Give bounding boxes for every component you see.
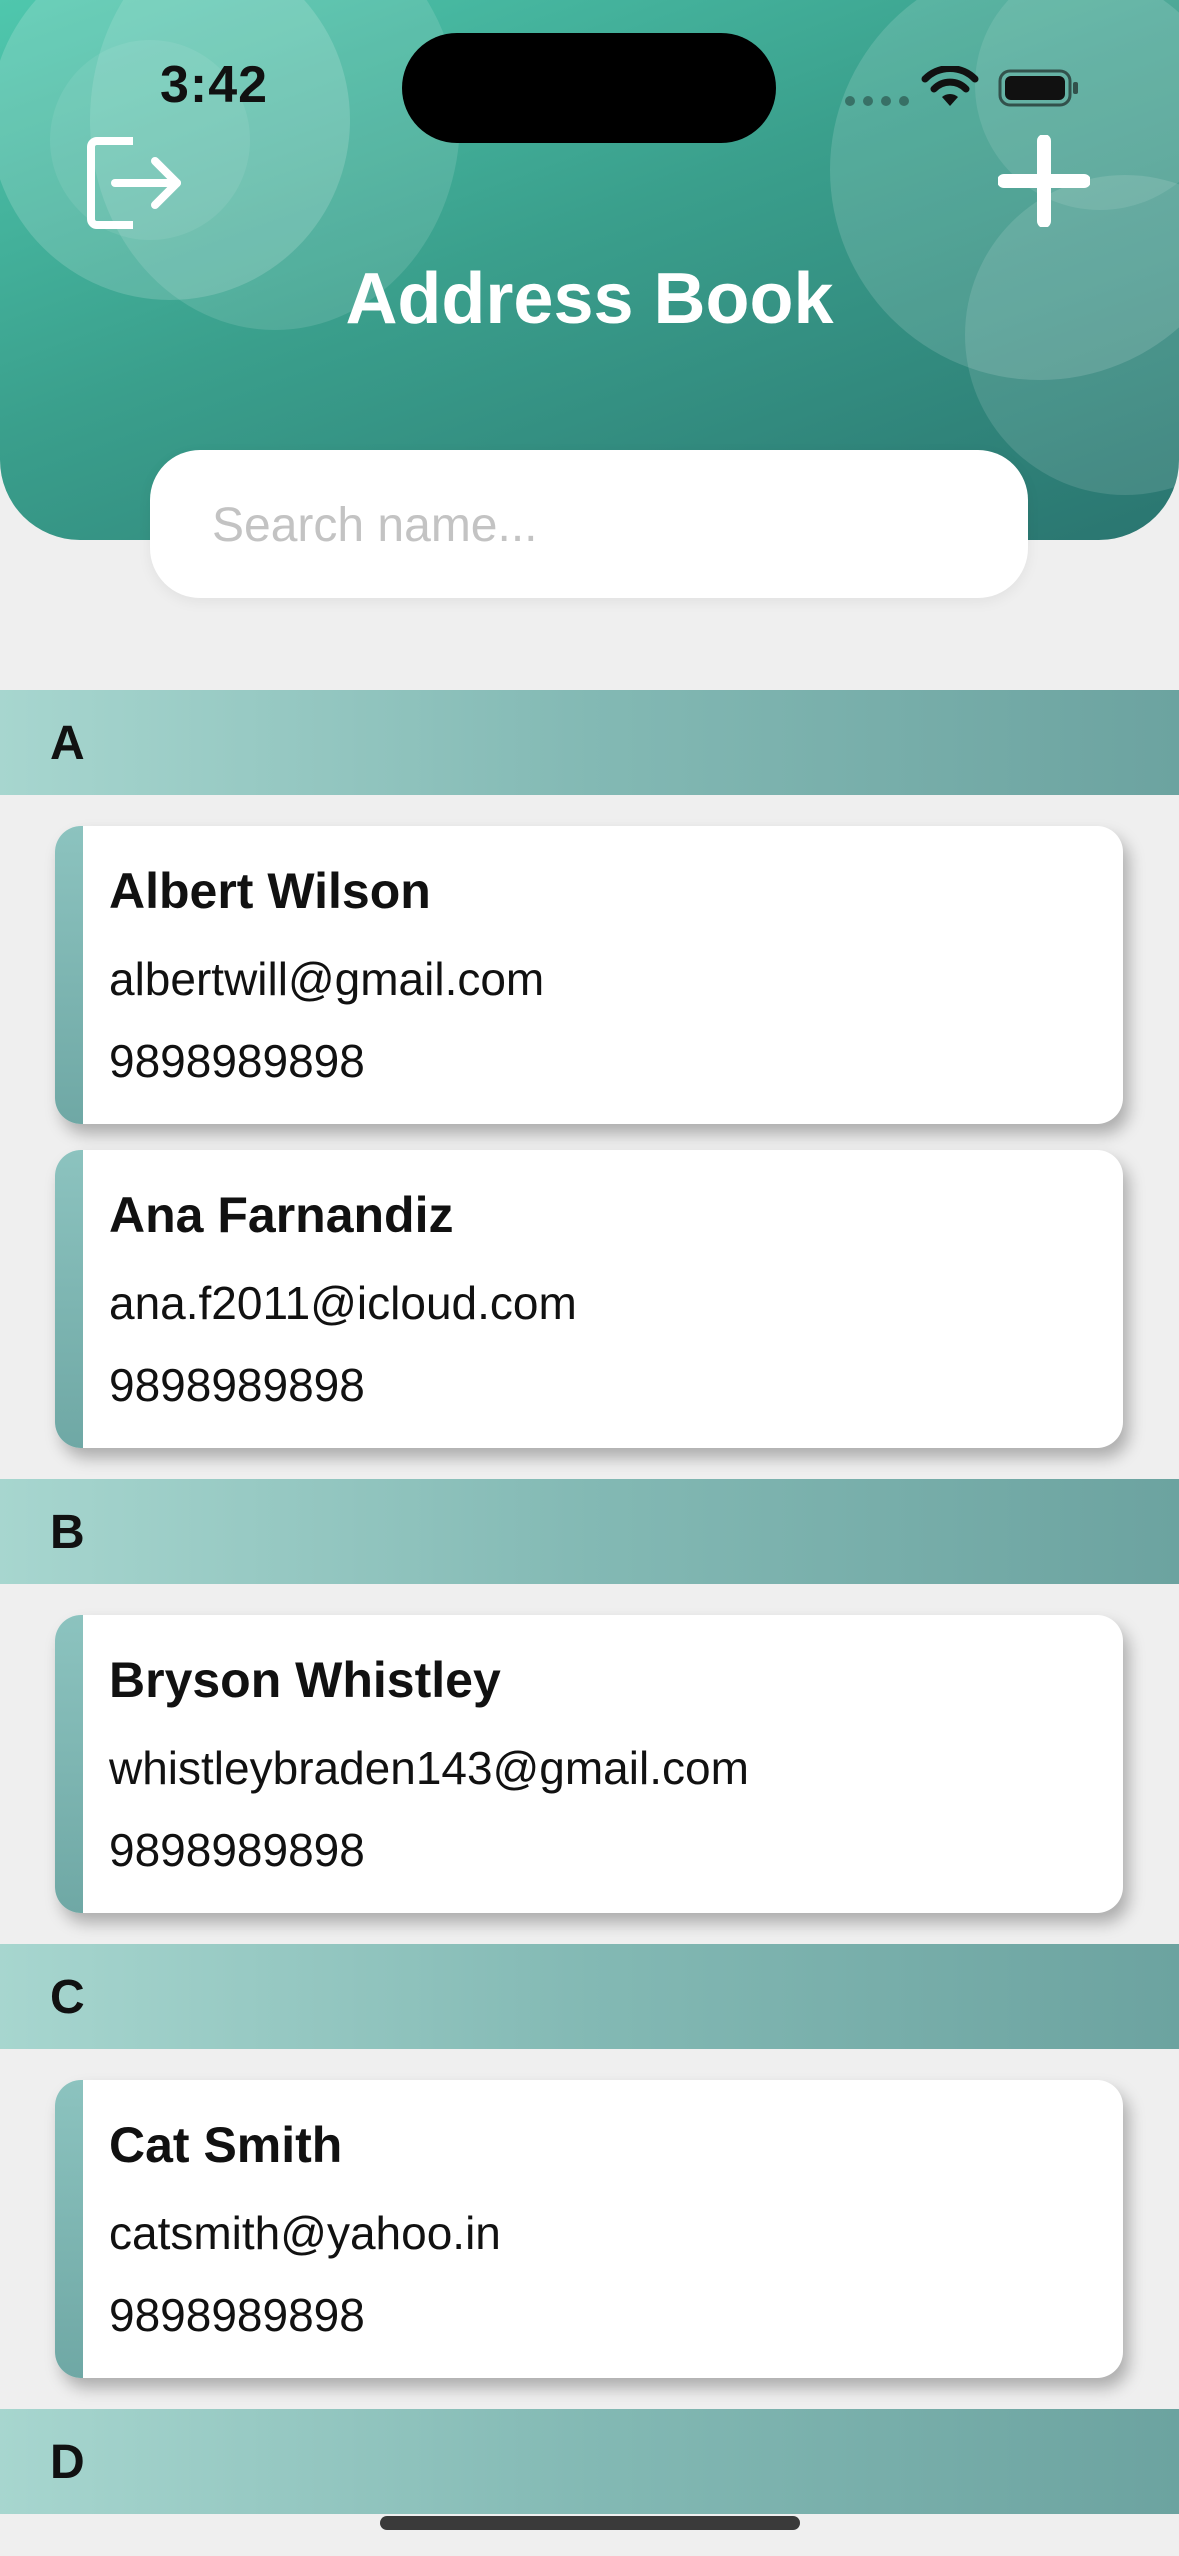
dynamic-island (402, 33, 776, 143)
logout-icon[interactable] (85, 133, 185, 233)
contact-email: whistleybraden143@gmail.com (109, 1742, 749, 1794)
card-accent-bar (55, 826, 83, 1124)
contact-email: ana.f2011@icloud.com (109, 1277, 577, 1329)
contact-card[interactable]: Bryson Whistley whistleybraden143@gmail.… (55, 1615, 1123, 1913)
contact-card[interactable]: Albert Wilson albertwill@gmail.com 98989… (55, 826, 1123, 1124)
contact-card[interactable]: Cat Smith catsmith@yahoo.in 9898989898 (55, 2080, 1123, 2378)
plus-icon[interactable] (998, 135, 1090, 227)
section-header-b: B (0, 1479, 1179, 1584)
section-letter: A (50, 717, 85, 770)
contact-email: catsmith@yahoo.in (109, 2207, 501, 2259)
card-accent-bar (55, 1150, 83, 1448)
contact-phone: 9898989898 (109, 1035, 365, 1087)
contact-phone: 9898989898 (109, 2289, 365, 2341)
contact-name: Cat Smith (109, 2117, 343, 2173)
battery-icon (998, 69, 1078, 107)
contact-phone: 9898989898 (109, 1359, 365, 1411)
cellular-signal-icon (845, 96, 909, 106)
section-header-d: D (0, 2409, 1179, 2514)
section-letter: C (50, 1971, 85, 2024)
card-accent-bar (55, 2080, 83, 2378)
page-title: Address Book (345, 259, 834, 339)
section-header-c: C (0, 1944, 1179, 2049)
contact-name: Albert Wilson (109, 863, 431, 919)
home-indicator[interactable] (380, 2516, 800, 2530)
search-bar[interactable] (150, 450, 1028, 600)
contact-name: Bryson Whistley (109, 1652, 501, 1708)
section-letter: D (50, 2436, 85, 2489)
search-input[interactable] (210, 450, 1014, 600)
section-header-a: A (0, 690, 1179, 795)
contact-phone: 9898989898 (109, 1824, 365, 1876)
section-letter: B (50, 1506, 85, 1559)
contact-card[interactable]: Ana Farnandiz ana.f2011@icloud.com 98989… (55, 1150, 1123, 1448)
status-bar-time: 3:42 (160, 56, 269, 114)
contact-email: albertwill@gmail.com (109, 953, 545, 1005)
card-accent-bar (55, 1615, 83, 1913)
wifi-icon (921, 66, 979, 106)
contact-name: Ana Farnandiz (109, 1187, 454, 1243)
